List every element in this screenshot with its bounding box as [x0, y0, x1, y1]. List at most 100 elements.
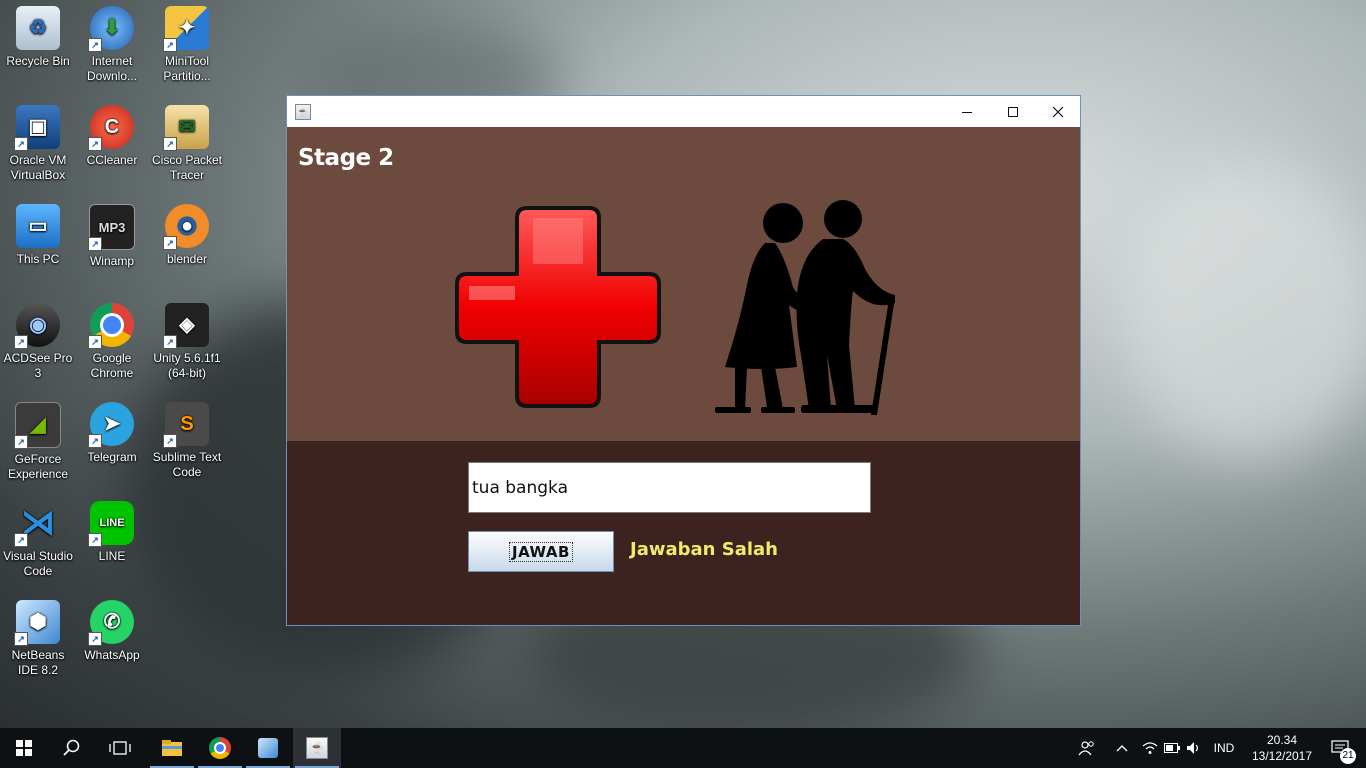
desktop-icon-chrome[interactable]: ↗ Google Chrome: [74, 297, 150, 381]
task-view-icon: [109, 741, 131, 755]
sublime-icon: S ↗: [163, 402, 209, 448]
answer-panel: JAWAB Jawaban Salah: [287, 441, 1080, 625]
input-language[interactable]: IND: [1206, 728, 1242, 768]
desktop-icon-telegram[interactable]: ➤ ↗ Telegram: [74, 396, 150, 465]
red-cross-image: [455, 206, 661, 408]
recycle-bin-icon: ♻: [16, 6, 60, 50]
notification-count-badge: 21: [1340, 748, 1356, 764]
desktop-icon-label: blender: [166, 252, 208, 266]
desktop-icon-label: ACDSee Pro 3: [3, 351, 73, 380]
people-icon: [1078, 741, 1094, 756]
maximize-icon: [1008, 106, 1018, 117]
acdsee-icon: ◉ ↗: [14, 303, 60, 349]
taskbar-java-app[interactable]: ☕: [293, 728, 341, 768]
desktop-icon-ccleaner[interactable]: C ↗ CCleaner: [74, 99, 150, 168]
clock-date: 13/12/2017: [1251, 749, 1313, 763]
window-titlebar[interactable]: ☕: [287, 96, 1080, 127]
desktop-icon-label: WhatsApp: [84, 648, 140, 662]
game-window: ☕ Stage 2 tua bangka JAWAB Jawaban Salah: [286, 95, 1081, 626]
desktop-icon-label: Google Chrome: [90, 351, 134, 380]
stage-title: Stage 2: [298, 145, 394, 171]
minimize-button[interactable]: [944, 96, 990, 127]
desktop-icon-geforce[interactable]: ◢ ↗ GeForce Experience: [0, 396, 76, 482]
minimize-icon: [962, 111, 972, 113]
close-icon: [1052, 106, 1064, 117]
java-app-icon: ☕: [306, 737, 328, 759]
blender-icon: ● ↗: [163, 204, 209, 250]
desktop-icon-acdsee[interactable]: ◉ ↗ ACDSee Pro 3: [0, 297, 76, 381]
desktop-icon-line[interactable]: LINE ↗ LINE: [74, 495, 150, 564]
desktop-icon-label: Recycle Bin: [6, 54, 70, 68]
battery-button[interactable]: [1160, 728, 1184, 768]
netbeans-icon: ⬢ ↗: [14, 600, 60, 646]
network-button[interactable]: [1138, 728, 1162, 768]
wifi-icon: [1142, 742, 1158, 754]
action-center-button[interactable]: 21: [1318, 728, 1362, 768]
volume-icon: [1187, 742, 1199, 754]
line-icon: LINE ↗: [88, 501, 134, 547]
desktop-icon-winamp[interactable]: MP3 ↗ Winamp: [74, 198, 150, 269]
desktop-icon-label: Telegram: [87, 450, 137, 464]
desktop-icon-minitool[interactable]: ✦ ↗ MiniTool Partitio...: [149, 0, 225, 84]
people-button[interactable]: [1072, 728, 1102, 768]
desktop-icon-virtualbox[interactable]: ▣ ↗ Oracle VM VirtualBox: [0, 99, 76, 183]
taskbar-netbeans[interactable]: [244, 728, 292, 768]
desktop-icon-sublime[interactable]: S ↗ Sublime Text Code: [149, 396, 225, 480]
volume-button[interactable]: [1182, 728, 1206, 768]
desktop-icon-whatsapp[interactable]: ✆ ↗ WhatsApp: [74, 594, 150, 663]
desktop-icon-label: LINE: [98, 549, 126, 563]
vscode-icon: ⋊ ↗: [14, 501, 60, 547]
desktop-icon-label: Sublime Text Code: [152, 450, 222, 479]
clock-time: 20.34: [1266, 733, 1298, 747]
computer-icon: ▭: [16, 204, 60, 248]
search-icon: [63, 739, 80, 756]
desktop-icon-packet-tracer[interactable]: ✉ ↗ Cisco Packet Tracer: [149, 99, 225, 183]
telegram-icon: ➤ ↗: [88, 402, 134, 448]
packet-tracer-icon: ✉ ↗: [163, 105, 209, 151]
taskbar-chrome[interactable]: [196, 728, 244, 768]
desktop-icon-label: Cisco Packet Tracer: [151, 153, 223, 182]
idm-icon: ⬇ ↗: [88, 6, 134, 52]
whatsapp-icon: ✆ ↗: [88, 600, 134, 646]
minitool-icon: ✦ ↗: [163, 6, 209, 52]
desktop-icon-netbeans[interactable]: ⬢ ↗ NetBeans IDE 8.2: [0, 594, 76, 678]
jawab-button-label: JAWAB: [509, 541, 573, 562]
question-panel: Stage 2: [287, 127, 1080, 441]
desktop-icon-label: Unity 5.6.1f1 (64-bit): [153, 351, 221, 380]
desktop-icon-unity[interactable]: ◈ ↗ Unity 5.6.1f1 (64-bit): [149, 297, 225, 381]
desktop-icon-idm[interactable]: ⬇ ↗ Internet Downlo...: [74, 0, 150, 84]
desktop-icon-label: Oracle VM VirtualBox: [9, 153, 67, 182]
ccleaner-icon: C ↗: [88, 105, 134, 151]
chevron-up-icon: [1116, 745, 1128, 752]
desktop-icon-label: Visual Studio Code: [3, 549, 73, 578]
desktop-icon-label: CCleaner: [86, 153, 138, 167]
desktop-icon-blender[interactable]: ● ↗ blender: [149, 198, 225, 267]
windows-logo-icon: [16, 740, 32, 756]
close-button[interactable]: [1035, 96, 1081, 127]
desktop-icon-this-pc[interactable]: ▭ This PC: [0, 198, 76, 267]
task-view-button[interactable]: [96, 728, 144, 768]
search-button[interactable]: [48, 728, 96, 768]
taskbar-file-explorer[interactable]: [148, 728, 196, 768]
chrome-icon: ↗: [88, 303, 134, 349]
jawab-button[interactable]: JAWAB: [468, 531, 614, 572]
maximize-button[interactable]: [990, 96, 1036, 127]
desktop-icon-label: MiniTool Partitio...: [163, 54, 211, 83]
netbeans-icon: [258, 738, 278, 758]
desktop-icon-label: Internet Downlo...: [86, 54, 138, 83]
desktop-icon-recycle-bin[interactable]: ♻ Recycle Bin: [0, 0, 76, 69]
clock[interactable]: 20.34 13/12/2017: [1247, 732, 1317, 764]
desktop-icon-vscode[interactable]: ⋊ ↗ Visual Studio Code: [0, 495, 76, 579]
answer-input[interactable]: [468, 462, 871, 513]
desktop-icon-label: This PC: [16, 252, 60, 266]
battery-icon: [1164, 743, 1180, 753]
result-message: Jawaban Salah: [630, 539, 778, 560]
start-button[interactable]: [0, 728, 48, 768]
virtualbox-icon: ▣ ↗: [14, 105, 60, 151]
taskbar: ☕ IND 20.34 13/12/2017 21: [0, 728, 1366, 768]
elderly-couple-image: [715, 200, 895, 415]
geforce-icon: ◢ ↗: [14, 402, 61, 449]
unity-icon: ◈ ↗: [163, 303, 209, 349]
desktop-icon-label: NetBeans IDE 8.2: [11, 648, 65, 677]
show-hidden-icons-button[interactable]: [1110, 728, 1134, 768]
